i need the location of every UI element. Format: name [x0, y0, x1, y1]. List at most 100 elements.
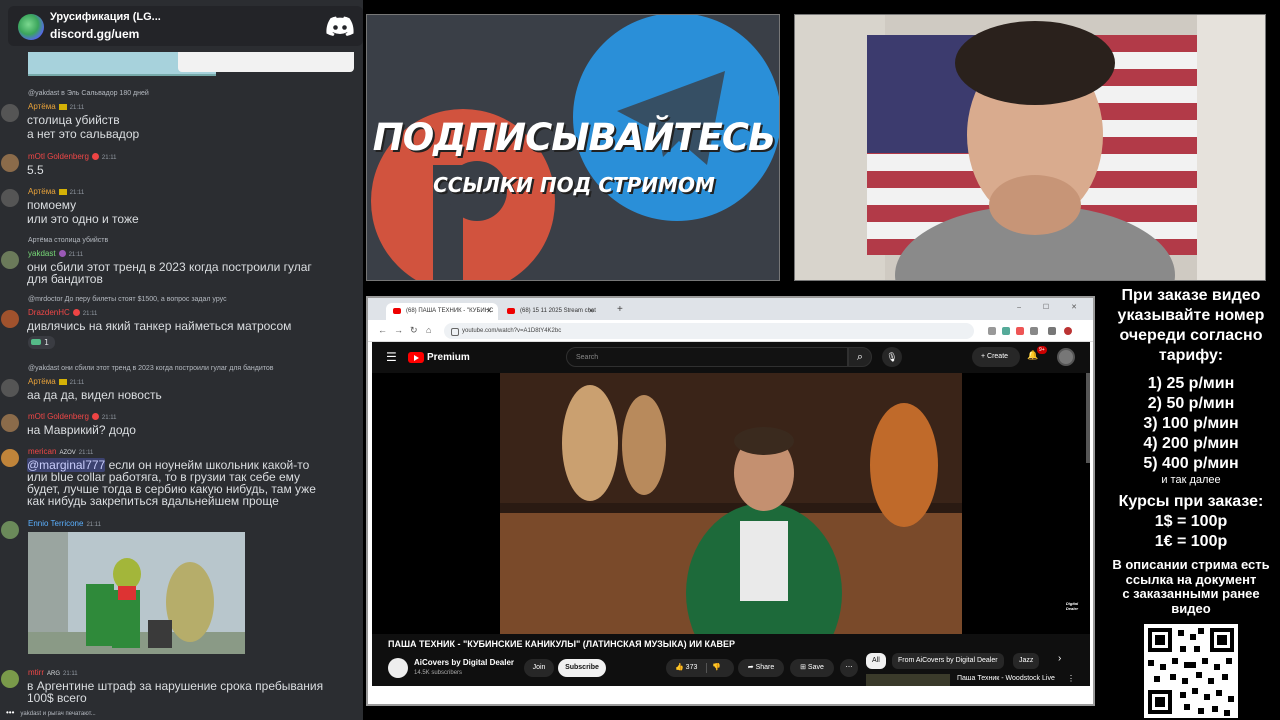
reaction-pill[interactable]: 1 [28, 336, 55, 349]
reply-preview[interactable]: @mrdoctor До перу билеты стоят $1500, а … [28, 296, 227, 303]
close-tab-icon[interactable]: ✕ [588, 307, 594, 315]
recommended-thumbnail[interactable] [866, 674, 950, 686]
pricing-footer: с заказанными ранее [1122, 586, 1260, 601]
chip-from-channel[interactable]: From AiCovers by Digital Dealer [892, 653, 1004, 669]
account-avatar[interactable] [1057, 348, 1075, 366]
username[interactable]: DrazdenHC 21:11 [28, 308, 97, 317]
avatar[interactable] [1, 154, 19, 172]
extension-icon[interactable] [1048, 327, 1056, 335]
youtube-logo-icon[interactable] [408, 352, 424, 363]
chip-jazz[interactable]: Jazz [1013, 653, 1040, 669]
username[interactable]: merican AZOV 21:11 [28, 447, 93, 456]
pricing-footer: ссылка на документ [1125, 571, 1257, 587]
create-button[interactable]: + Create [972, 347, 1020, 367]
more-vertical-icon[interactable]: ⋮ [1067, 674, 1075, 683]
back-icon[interactable]: ← [378, 325, 387, 335]
extension-icon[interactable] [988, 327, 996, 335]
tab-label: (68) 15 11 2025 Stream chat [520, 308, 596, 314]
chat-image-attachment[interactable] [28, 532, 245, 654]
save-button[interactable]: ⊞ Save [790, 659, 834, 677]
chevron-right-icon[interactable]: › [1058, 653, 1061, 664]
video-title: ПАША ТЕХНИК - "КУБИНСКИЕ КАНИКУЛЫ" (ЛАТИ… [388, 639, 736, 649]
username[interactable]: mOtl Goldenberg 21:11 [28, 412, 117, 421]
hamburger-menu-icon[interactable]: ☰ [386, 350, 397, 364]
reply-preview[interactable]: @yakdast они сбили этот тренд в 2023 ког… [28, 365, 274, 372]
invite-link[interactable]: discord.gg/uem [50, 27, 139, 41]
tab-youtube-video[interactable]: (68) ПАША ТЕХНИК - "КУБИНС ✕ [386, 303, 498, 320]
courses-header: Курсы при заказе: [1118, 493, 1264, 510]
video-player[interactable]: Digital Dealer [372, 373, 1090, 634]
thumbs-up-icon: 👍 [675, 664, 684, 671]
pricing-header: указывайте номер [1117, 307, 1265, 324]
tab-stream-chat[interactable]: (68) 15 11 2025 Stream chat ✕ [500, 303, 600, 320]
like-count: 373 [685, 664, 698, 671]
username[interactable]: mtirr ARG 21:11 [28, 668, 78, 677]
pricing-header: очереди согласно [1119, 327, 1263, 344]
price-list: При заказе видео указывайте номер очеред… [1102, 282, 1280, 622]
close-tab-icon[interactable]: ✕ [486, 307, 492, 315]
discord-logo-icon [326, 16, 354, 36]
message-text: 100$ всего [27, 691, 87, 705]
more-actions-icon[interactable]: ⋯ [840, 659, 858, 677]
home-icon[interactable]: ⌂ [426, 325, 431, 335]
username[interactable]: Артёма 21:11 [28, 102, 84, 111]
username[interactable]: Артёма 21:11 [28, 187, 84, 196]
username[interactable]: Ennio Terricone 21:11 [28, 519, 101, 528]
avatar[interactable] [1, 521, 19, 539]
subscribe-button[interactable]: Subscribe [558, 659, 606, 677]
join-button[interactable]: Join [524, 659, 554, 677]
avatar[interactable] [1, 414, 19, 432]
tab-label: (68) ПАША ТЕХНИК - "КУБИНС [406, 308, 494, 314]
search-input[interactable]: Search [566, 347, 848, 367]
microphone-icon[interactable]: 🎙 [882, 347, 902, 367]
avatar[interactable] [1, 104, 19, 122]
avatar[interactable] [1, 189, 19, 207]
window-controls-icon[interactable]: ‒ ☐ ✕ [1017, 303, 1087, 311]
extension-icon[interactable] [1016, 327, 1024, 335]
pricing-footer: видео [1171, 600, 1211, 616]
profile-icon[interactable] [1064, 327, 1072, 335]
thumbs-down-icon[interactable]: 👎 [712, 659, 721, 677]
url-input[interactable]: youtube.com/watch?v=A1D8tY4K2bc [444, 323, 974, 339]
search-icon[interactable]: ⌕ [848, 347, 872, 367]
scrollbar[interactable] [1086, 373, 1090, 463]
like-button[interactable]: 👍 373 👎 [666, 659, 734, 677]
extension-icon[interactable] [1030, 327, 1038, 335]
avatar[interactable] [1, 251, 19, 269]
save-icon: ⊞ [800, 664, 806, 671]
message-text: на Маврикий? додо [27, 423, 136, 437]
previous-image-fragment [28, 52, 354, 78]
youtube-premium-label[interactable]: Premium [427, 352, 470, 363]
cartoon-image [28, 532, 245, 654]
video-frame [372, 373, 1090, 634]
share-icon: ➦ [747, 664, 754, 671]
reply-preview[interactable]: Артёма столица убийств [28, 237, 108, 244]
share-button[interactable]: ➦ Share [738, 659, 784, 677]
message-text: аа да да, видел новость [27, 388, 162, 402]
message-text: столица убийств [27, 113, 120, 127]
username[interactable]: yakdast 21:11 [28, 249, 83, 258]
reply-preview[interactable]: @yakdast в Эль Сальвадор 180 дней [28, 90, 149, 97]
exchange-rate: 1$ = 100р [1154, 513, 1228, 530]
youtube-favicon-icon [393, 308, 401, 314]
avatar[interactable] [1, 379, 19, 397]
channel-name[interactable]: AiCovers by Digital Dealer [414, 658, 514, 667]
reload-icon[interactable]: ↻ [410, 325, 418, 336]
extension-icon[interactable] [1002, 327, 1010, 335]
server-header[interactable]: Урусификация (LG... discord.gg/uem [8, 6, 363, 46]
new-tab-icon[interactable]: + [617, 304, 623, 315]
exchange-rate: 1€ = 100р [1154, 533, 1228, 550]
forward-icon[interactable]: → [394, 325, 403, 335]
channel-avatar[interactable] [388, 658, 408, 678]
username[interactable]: mOtl Goldenberg 21:11 [28, 152, 117, 161]
chip-all[interactable]: All [866, 653, 886, 669]
recommended-title[interactable]: Паша Техник - Woodstock Live [957, 675, 1055, 682]
username[interactable]: Артёма 21:11 [28, 377, 84, 386]
avatar[interactable] [1, 449, 19, 467]
tab-bar: (68) ПАША ТЕХНИК - "КУБИНС ✕ (68) 15 11 … [368, 298, 1093, 320]
avatar[interactable] [1, 310, 19, 328]
subscriber-count: 14.5K subscribers [414, 670, 463, 676]
avatar[interactable] [1, 670, 19, 688]
server-icon [18, 14, 44, 40]
price-tier: 1) 25 р/мин [1147, 375, 1235, 392]
